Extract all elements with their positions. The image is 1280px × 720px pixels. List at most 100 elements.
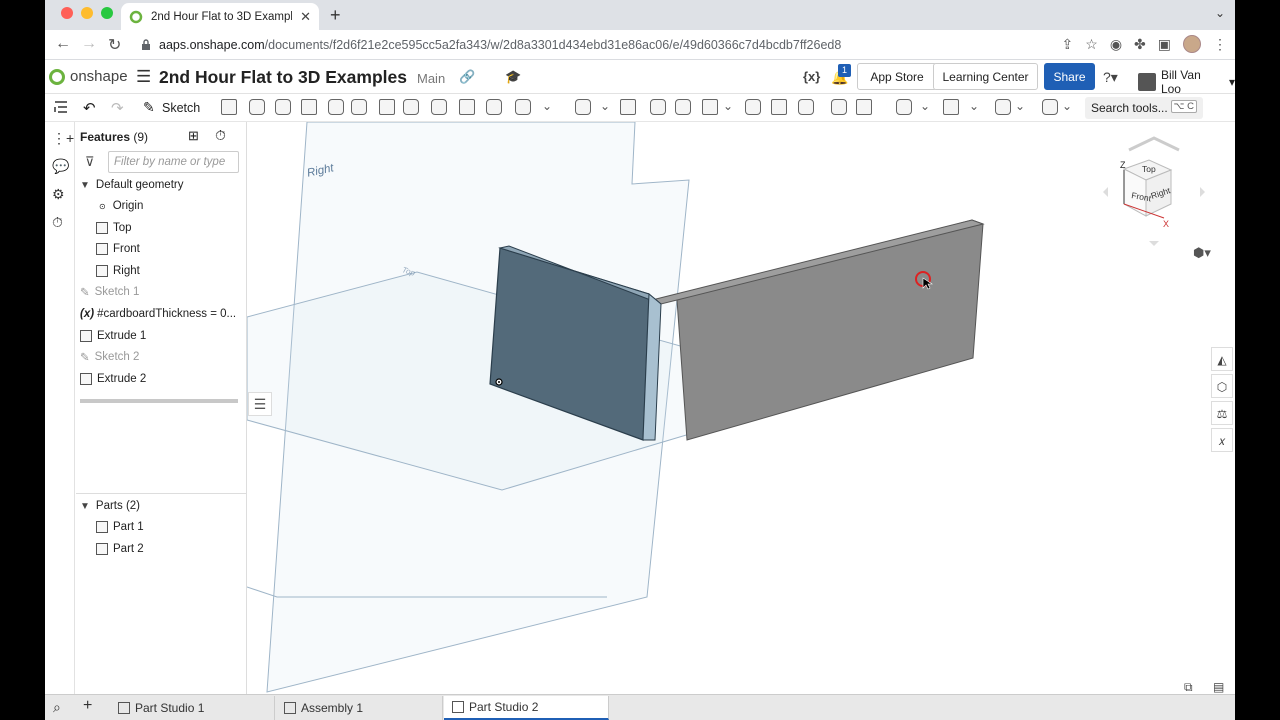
puzzle-extensions-icon[interactable]: ✤: [1134, 36, 1146, 53]
sketch-button[interactable]: Sketch: [162, 101, 200, 115]
branch-name[interactable]: Main: [417, 71, 445, 86]
mate-dropdown-icon[interactable]: ⌄: [1015, 99, 1031, 115]
feature-sketch-1[interactable]: ✎ Sketch 1: [80, 282, 139, 302]
delete-part-icon[interactable]: [745, 99, 761, 115]
maximize-window-button[interactable]: [101, 7, 113, 19]
graphics-viewport[interactable]: Right Top Front Right Top Z X ⬢▾ ◭ ⬡ ⚖ 𝑥: [247, 122, 1235, 694]
add-folder-icon[interactable]: ⊞: [188, 128, 199, 144]
mate-icon[interactable]: [995, 99, 1011, 115]
share-page-icon[interactable]: ⇪: [1062, 36, 1074, 53]
surface-icon[interactable]: [943, 99, 959, 115]
boolean-icon[interactable]: [650, 99, 666, 115]
transform-dropdown-icon[interactable]: ⌄: [723, 99, 739, 115]
hole-icon[interactable]: [515, 99, 531, 115]
feature-list-toggle-icon[interactable]: [53, 99, 69, 115]
rib-icon[interactable]: [459, 99, 475, 115]
rotate-right-arrow-icon[interactable]: [1200, 187, 1205, 197]
feature-list-collapse-icon[interactable]: ☰: [248, 392, 272, 416]
linear-pattern-icon[interactable]: [575, 99, 591, 115]
reload-icon[interactable]: ↻: [108, 35, 121, 55]
variables-panel-icon[interactable]: 𝑥: [1211, 428, 1233, 452]
feature-variable[interactable]: (x) #cardboardThickness = 0...: [80, 304, 236, 324]
minimize-window-button[interactable]: [81, 7, 93, 19]
learning-cap-icon[interactable]: 🎓: [505, 69, 521, 85]
help-icon[interactable]: ?▾: [1103, 69, 1118, 86]
tab-search-chevron-icon[interactable]: ⌄: [1215, 6, 1225, 20]
revolve-icon[interactable]: [275, 99, 291, 115]
parts-group[interactable]: ▼ Parts (2): [80, 496, 140, 516]
rotate-down-arrow-icon[interactable]: [1149, 241, 1159, 246]
section-view-icon[interactable]: ⧉: [1184, 680, 1193, 695]
feature-top-plane[interactable]: Top: [96, 218, 132, 238]
history-timer-icon[interactable]: ⏱: [52, 214, 68, 230]
learning-center-button[interactable]: Learning Center: [933, 63, 1038, 90]
surface-dropdown-icon[interactable]: ⌄: [969, 99, 985, 115]
close-tab-icon[interactable]: ✕: [300, 9, 311, 25]
document-title[interactable]: 2nd Hour Flat to 3D Examples: [159, 67, 407, 88]
app-store-button[interactable]: App Store: [857, 63, 937, 90]
feature-filter-input[interactable]: Filter by name or type: [108, 151, 239, 173]
share-button[interactable]: Share: [1044, 63, 1095, 90]
sheet-metal-icon[interactable]: [798, 99, 814, 115]
undo-icon[interactable]: ↶: [83, 99, 99, 117]
display-mode-icon[interactable]: ▤: [1213, 680, 1224, 694]
sweep-icon[interactable]: [301, 99, 317, 115]
fillet-icon[interactable]: [379, 99, 395, 115]
add-tab-icon[interactable]: +: [83, 697, 92, 715]
sheet-tab-icon[interactable]: [856, 99, 872, 115]
chamfer-icon[interactable]: [403, 99, 419, 115]
parts-panel-icon[interactable]: ⬡: [1211, 374, 1233, 398]
feature-add-icon[interactable]: ⋮+: [52, 130, 74, 146]
tab-part-studio-2[interactable]: Part Studio 2: [444, 696, 609, 720]
pattern-dropdown-icon[interactable]: ⌄: [600, 99, 616, 115]
transform-icon[interactable]: [702, 99, 718, 115]
filter-funnel-icon[interactable]: ⊽: [85, 154, 95, 170]
part-2-body[interactable]: [676, 219, 984, 441]
link-icon[interactable]: 🔗: [459, 69, 475, 85]
sheet-flange-icon[interactable]: [831, 99, 847, 115]
draft-icon[interactable]: [431, 99, 447, 115]
shell-icon[interactable]: [486, 99, 502, 115]
model-canvas[interactable]: [247, 122, 1235, 694]
default-geometry-group[interactable]: ▼ Default geometry: [80, 175, 183, 195]
onshape-logo[interactable]: onshape: [49, 68, 128, 85]
tab-assembly-1[interactable]: Assembly 1: [276, 696, 443, 720]
orbit-arc-icon[interactable]: [1128, 136, 1180, 152]
tab-part-studio-1[interactable]: Part Studio 1: [110, 696, 275, 720]
mass-properties-icon[interactable]: ⚖: [1211, 401, 1233, 425]
bookmark-star-icon[interactable]: ☆: [1085, 36, 1098, 53]
rollback-bar[interactable]: [80, 399, 238, 403]
part-2[interactable]: Part 2: [96, 539, 144, 559]
view-cube-menu-icon[interactable]: ⬢▾: [1193, 245, 1211, 261]
plane-icon[interactable]: [221, 99, 237, 115]
browser-tab[interactable]: 2nd Hour Flat to 3D Examples ✕: [121, 3, 319, 30]
sidebar-icon[interactable]: ▣: [1158, 36, 1171, 53]
tab-search-icon[interactable]: ⌕: [53, 699, 61, 716]
sketch-pencil-icon[interactable]: ✎: [143, 99, 159, 115]
loft-icon[interactable]: [328, 99, 344, 115]
parts-gear-icon[interactable]: ⚙: [52, 186, 68, 202]
thicken-icon[interactable]: [351, 99, 367, 115]
hole-dropdown-icon[interactable]: ⌄: [542, 99, 558, 115]
custom-dropdown-icon[interactable]: ⌄: [1062, 99, 1078, 115]
frame-dropdown-icon[interactable]: ⌄: [920, 99, 936, 115]
rotate-left-arrow-icon[interactable]: [1103, 187, 1108, 197]
profile-avatar[interactable]: [1183, 35, 1201, 53]
extension-icon[interactable]: ◉: [1110, 36, 1122, 53]
frame-icon[interactable]: [896, 99, 912, 115]
url-field[interactable]: aaps.onshape.com/documents/f2d6f21e2ce59…: [135, 34, 1095, 56]
browser-menu-icon[interactable]: ⋮: [1213, 36, 1227, 53]
user-menu[interactable]: Bill Van Loo ▾: [1138, 68, 1235, 96]
extrude-icon[interactable]: [249, 99, 265, 115]
mirror-icon[interactable]: [620, 99, 636, 115]
feature-extrude-2[interactable]: Extrude 2: [80, 369, 146, 389]
back-icon[interactable]: ←: [55, 35, 71, 53]
hamburger-menu-icon[interactable]: ☰: [136, 67, 151, 87]
variable-icon[interactable]: [771, 99, 787, 115]
search-tools-input[interactable]: Search tools... ⌥ C: [1085, 97, 1203, 119]
feature-origin[interactable]: ⊙ Origin: [99, 196, 143, 216]
feature-right-plane[interactable]: Right: [96, 261, 140, 281]
redo-icon[interactable]: ↷: [111, 99, 127, 117]
new-tab-button[interactable]: +: [330, 5, 341, 26]
variables-icon[interactable]: {x}: [803, 69, 820, 84]
